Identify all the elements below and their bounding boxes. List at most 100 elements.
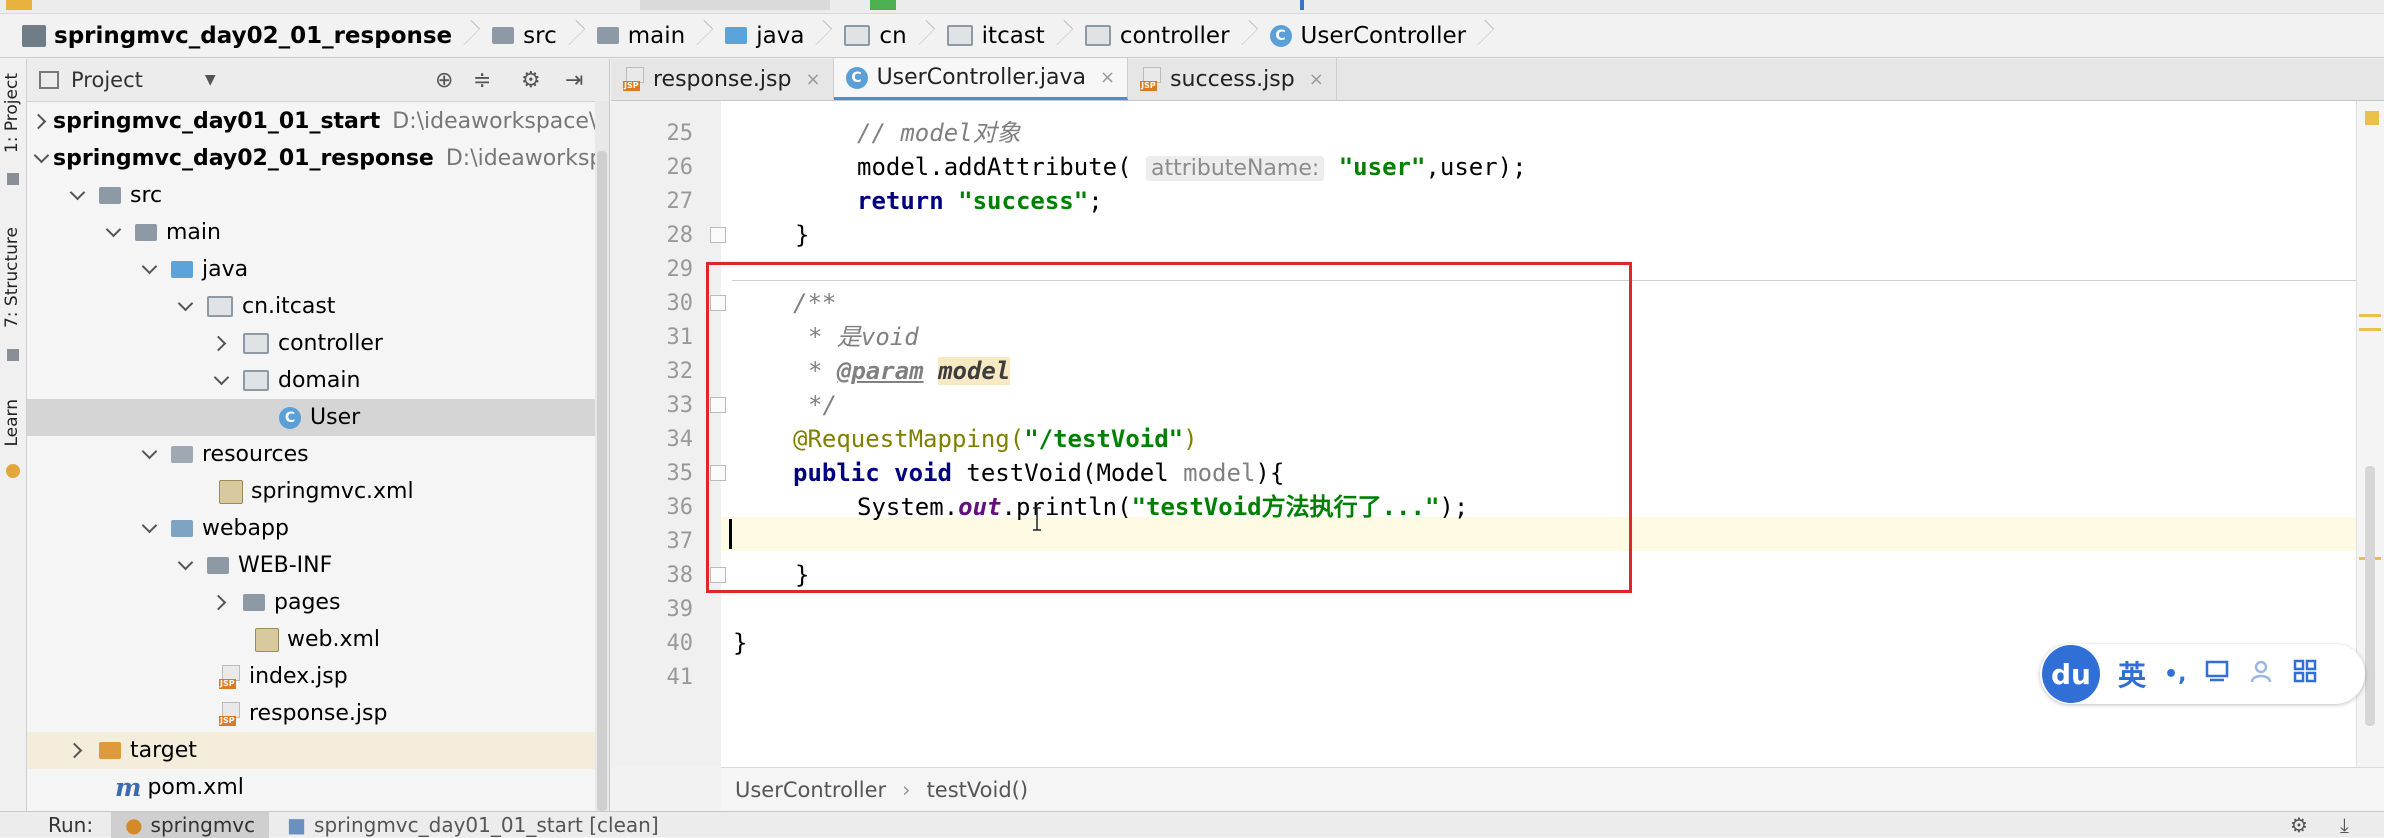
ime-logo[interactable]: du (2042, 645, 2100, 703)
gear-icon[interactable]: ⚙ (2290, 813, 2308, 837)
tree-item-domain[interactable]: domain (27, 362, 609, 399)
package-icon (1084, 25, 1111, 46)
excluded-folder-icon (99, 742, 121, 759)
run-config-selector[interactable] (640, 0, 830, 10)
tree-item-path: D:\ideaworkspa (445, 146, 610, 171)
tree-item-webapp[interactable]: webapp (27, 510, 609, 547)
nav-crumb-usercontroller[interactable]: C UserController (1262, 14, 1499, 58)
input-method-toolbar[interactable]: du 英 •, (2040, 644, 2365, 704)
project-scrollbar[interactable] (595, 101, 609, 817)
tree-item-pages[interactable]: pages (27, 584, 609, 621)
chevron-down-icon[interactable]: ▼ (205, 72, 216, 88)
ime-user-icon[interactable] (2248, 658, 2274, 691)
breadcrumb-class[interactable]: UserController (735, 778, 886, 802)
chevron-right-icon (917, 14, 931, 58)
chevron-right-icon (1476, 14, 1490, 58)
structure-icon (7, 349, 19, 361)
chevron-right-icon: › (902, 777, 911, 802)
line-number: 26 (666, 155, 694, 180)
nav-crumb-controller[interactable]: controller (1077, 14, 1262, 58)
ime-language-toggle[interactable]: 英 (2118, 654, 2146, 694)
nav-crumb-label: src (523, 22, 557, 49)
close-icon[interactable]: × (1100, 67, 1115, 88)
scrollbar-thumb[interactable] (597, 151, 607, 811)
tool-tab-learn[interactable]: Learn (2, 399, 24, 447)
code-line-28: } (795, 218, 809, 252)
tree-item-web-inf[interactable]: WEB-INF (27, 547, 609, 584)
chevron-down-icon[interactable] (177, 298, 195, 316)
code-keyword: return (857, 187, 944, 215)
nav-crumb-main[interactable]: main (589, 14, 717, 58)
chevron-down-icon[interactable] (69, 187, 87, 205)
chevron-right-icon[interactable] (213, 594, 231, 612)
editor-scrollbar-thumb[interactable] (2365, 466, 2375, 726)
project-panel-title[interactable]: Project (71, 68, 143, 92)
chevron-right-icon[interactable] (213, 335, 231, 353)
package-icon (946, 25, 973, 46)
tab-usercontroller-java[interactable]: C UserController.java × (833, 58, 1129, 100)
breadcrumb-method[interactable]: testVoid() (927, 778, 1028, 802)
tree-item-user[interactable]: C User (27, 399, 609, 436)
chevron-down-icon[interactable] (141, 261, 159, 279)
chevron-down-icon[interactable] (105, 224, 123, 242)
fold-marker[interactable] (710, 227, 726, 243)
locate-icon[interactable]: ⊕ (435, 68, 453, 93)
chevron-down-icon[interactable] (141, 446, 159, 464)
run-tab-day01[interactable]: ■ springmvc_day01_01_start [clean] (287, 813, 659, 837)
tool-tab-structure[interactable]: 7: Structure (2, 227, 24, 328)
folder-icon (207, 557, 229, 574)
warning-marker[interactable] (2359, 328, 2381, 331)
chevron-down-icon[interactable] (177, 557, 195, 575)
code-string: "user" (1338, 153, 1426, 181)
tree-item-controller[interactable]: controller (27, 325, 609, 362)
close-icon[interactable]: × (1309, 69, 1324, 90)
chevron-down-icon[interactable] (141, 520, 159, 538)
tree-item-index-jsp[interactable]: index.jsp (27, 658, 609, 695)
tree-item-response-jsp[interactable]: response.jsp (27, 695, 609, 732)
chevron-right-icon[interactable] (69, 742, 87, 760)
warning-marker[interactable] (2359, 314, 2381, 317)
tree-item-springmvc-xml[interactable]: springmvc.xml (27, 473, 609, 510)
nav-crumb-cn[interactable]: cn (836, 14, 938, 58)
hide-panel-icon[interactable]: ⇥ (565, 68, 583, 93)
tree-item-src[interactable]: src (27, 177, 609, 214)
ime-punctuation-toggle[interactable]: •, (2164, 662, 2186, 687)
tree-item-java[interactable]: java (27, 251, 609, 288)
gear-icon[interactable]: ⚙ (521, 68, 541, 93)
hide-panel-icon[interactable]: ⤓ (2340, 813, 2349, 837)
collapse-all-icon[interactable]: ≑ (473, 68, 491, 93)
tool-tab-project[interactable]: 1: Project (2, 73, 24, 153)
ime-keyboard-icon[interactable] (2204, 658, 2230, 691)
tree-item-main[interactable]: main (27, 214, 609, 251)
tree-item-cn-itcast[interactable]: cn.itcast (27, 288, 609, 325)
toolbar-icon[interactable] (1300, 0, 1304, 10)
learn-icon (6, 464, 20, 478)
chevron-down-icon[interactable] (213, 372, 231, 390)
warning-status-icon[interactable] (2365, 111, 2379, 125)
ime-grid-icon[interactable] (2292, 658, 2318, 691)
tree-item-resources[interactable]: resources (27, 436, 609, 473)
nav-crumb-java[interactable]: java (717, 14, 836, 58)
tab-label: response.jsp (653, 66, 792, 92)
tab-response-jsp[interactable]: response.jsp × (611, 58, 834, 100)
tree-item-label: User (310, 405, 361, 430)
close-icon[interactable]: × (805, 69, 820, 90)
nav-crumb-src[interactable]: src (484, 14, 589, 58)
code-line-26: model.addAttribute( attributeName: "user… (857, 150, 1527, 186)
line-number: 28 (666, 223, 694, 248)
tree-item-target[interactable]: target (27, 732, 609, 769)
nav-crumb-project[interactable]: springmvc_day02_01_response (14, 14, 484, 58)
toolbar-icon[interactable] (6, 0, 32, 10)
xml-file-icon (255, 627, 279, 652)
tab-success-jsp[interactable]: success.jsp × (1128, 58, 1337, 100)
run-tab-springmvc[interactable]: ● springmvc (111, 811, 270, 838)
tree-item-pom-xml[interactable]: m pom.xml (27, 769, 609, 806)
tree-item-label: target (130, 738, 197, 763)
nav-crumb-itcast[interactable]: itcast (939, 14, 1077, 58)
run-icon[interactable] (870, 0, 896, 10)
tree-item-project-day01[interactable]: springmvc_day01_01_start D:\ideaworkspac… (27, 103, 609, 140)
tree-item-web-xml[interactable]: web.xml (27, 621, 609, 658)
tree-item-label: springmvc.xml (251, 479, 414, 504)
tree-item-label: WEB-INF (238, 553, 333, 578)
tree-item-project-day02[interactable]: springmvc_day02_01_response D:\ideaworks… (27, 140, 610, 177)
